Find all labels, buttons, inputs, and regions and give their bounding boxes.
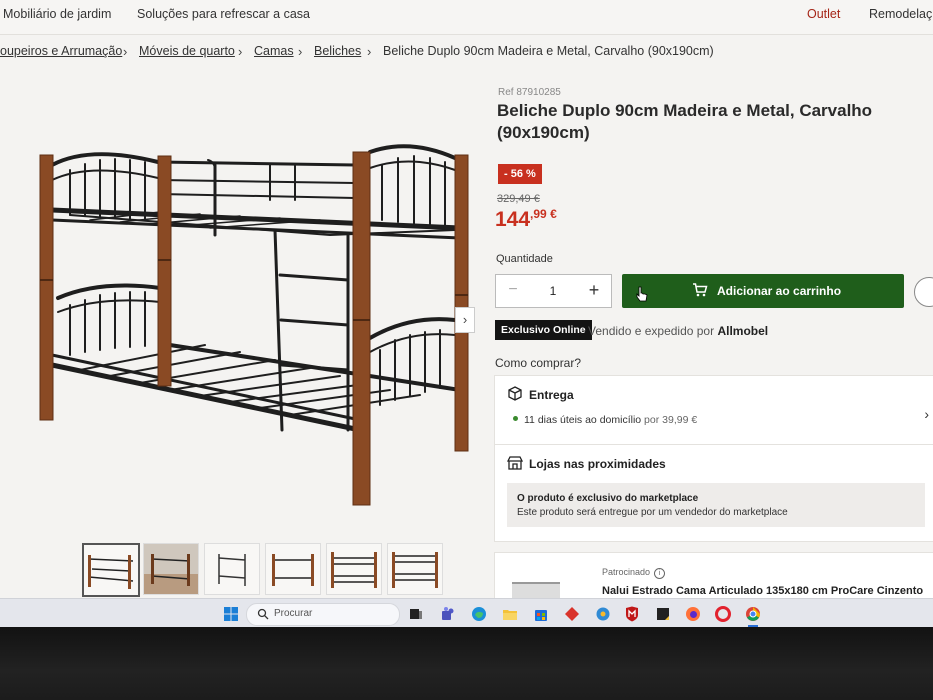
delivery-title: Entrega — [529, 388, 574, 402]
windows-start-icon[interactable] — [223, 606, 239, 622]
nav-item-cooling-solutions[interactable]: Soluções para refrescar a casa — [137, 7, 310, 21]
wishlist-button[interactable] — [914, 277, 933, 307]
browser-viewport: Mobiliário de jardim Soluções para refre… — [0, 0, 933, 627]
chevron-right-icon: › — [123, 44, 128, 59]
breadcrumb: oupeiros e Arrumação › Móveis de quarto … — [0, 44, 933, 62]
breadcrumb-bunk-beds[interactable]: Beliches — [314, 44, 361, 58]
marketplace-notice-text: Este produto será entregue por um vended… — [517, 507, 788, 518]
package-icon — [508, 386, 522, 401]
thumbnail-3[interactable] — [204, 543, 260, 595]
chevron-right-icon: › — [367, 44, 372, 59]
quantity-stepper: − 1 + — [495, 274, 612, 308]
thumbnail-5[interactable] — [326, 543, 382, 595]
product-image[interactable] — [30, 140, 480, 515]
mouse-cursor-icon — [636, 286, 648, 302]
breadcrumb-wardrobes[interactable]: oupeiros e Arrumação — [0, 44, 122, 58]
sponsored-label: Patrocinado i — [602, 567, 666, 579]
settings-app-icon[interactable] — [595, 606, 611, 622]
discount-badge: - 56 % — [498, 164, 542, 184]
sponsored-product-title[interactable]: Nalui Estrado Cama Articulado 135x180 cm… — [602, 585, 923, 597]
quantity-label: Quantidade — [496, 253, 553, 265]
monitor-bezel — [0, 627, 933, 700]
nav-item-outlet[interactable]: Outlet — [807, 7, 840, 21]
thumbnail-4[interactable] — [265, 543, 321, 595]
nav-item-remodel[interactable]: Remodelaç — [869, 7, 932, 21]
marketplace-notice-title: O produto é exclusivo do marketplace — [517, 493, 699, 504]
opera-icon[interactable] — [715, 606, 731, 622]
chevron-right-icon: › — [238, 44, 243, 59]
search-icon — [257, 608, 269, 620]
seller-name[interactable]: Allmobel — [717, 324, 768, 338]
current-price: 144,99 € — [495, 207, 557, 232]
available-dot — [513, 416, 518, 421]
how-to-buy-heading: Como comprar? — [495, 356, 582, 370]
breadcrumb-current: Beliche Duplo 90cm Madeira e Metal, Carv… — [383, 44, 714, 58]
product-title: Beliche Duplo 90cm Madeira e Metal, Carv… — [497, 101, 873, 142]
old-price: 329,49 € — [497, 193, 540, 205]
store-app-icon[interactable] — [533, 606, 549, 622]
quantity-increase-button[interactable]: + — [585, 280, 603, 300]
info-icon[interactable]: i — [654, 568, 666, 579]
sponsored-text: Patrocinado — [602, 567, 651, 577]
thumbnail-1[interactable] — [82, 543, 140, 597]
firefox-icon[interactable] — [685, 606, 701, 622]
cart-icon — [693, 283, 708, 297]
thumbnail-2[interactable] — [143, 543, 199, 595]
teams-icon[interactable] — [440, 606, 456, 622]
delivery-days: 11 dias úteis ao domicílio — [524, 414, 642, 426]
edge-icon[interactable] — [471, 606, 487, 622]
sold-by-prefix: Vendido e expedido por — [588, 324, 718, 338]
exclusive-online-badge: Exclusivo Online — [495, 320, 592, 340]
chevron-right-icon[interactable]: › — [924, 406, 929, 422]
add-to-cart-button[interactable]: Adicionar ao carrinho — [622, 274, 904, 308]
nearby-stores-title: Lojas nas proximidades — [529, 457, 666, 471]
task-view-icon[interactable] — [408, 606, 424, 622]
quantity-value[interactable]: 1 — [546, 284, 560, 298]
delivery-card[interactable]: Entrega 11 dias úteis ao domicílio por 3… — [494, 375, 933, 445]
image-next-button[interactable]: › — [455, 307, 475, 333]
breadcrumb-bedroom-furniture[interactable]: Móveis de quarto — [139, 44, 235, 58]
thumbnail-6[interactable] — [387, 543, 443, 595]
add-to-cart-label: Adicionar ao carrinho — [717, 284, 842, 298]
breadcrumb-beds[interactable]: Camas — [254, 44, 294, 58]
top-navigation: Mobiliário de jardim Soluções para refre… — [0, 0, 933, 35]
mcafee-icon[interactable] — [624, 606, 640, 622]
price-cents: ,99 € — [530, 207, 557, 221]
marketplace-notice: O produto é exclusivo do marketplace Est… — [507, 483, 925, 527]
sticky-notes-icon[interactable] — [655, 606, 671, 622]
nav-item-garden-furniture[interactable]: Mobiliário de jardim — [3, 7, 111, 21]
windows-taskbar: Procurar — [0, 598, 933, 627]
taskbar-search-placeholder: Procurar — [274, 608, 313, 619]
product-ref: Ref 87910285 — [498, 87, 561, 98]
price-main: 144 — [495, 208, 531, 231]
office-app-icon[interactable] — [564, 606, 580, 622]
chrome-icon[interactable] — [745, 606, 761, 622]
store-icon — [507, 456, 523, 470]
delivery-price: por 39,99 € — [641, 414, 698, 426]
taskbar-search[interactable]: Procurar — [246, 603, 400, 626]
sold-by-text: Vendido e expedido por Allmobel — [588, 324, 768, 338]
quantity-decrease-button[interactable]: − — [504, 281, 522, 299]
chevron-right-icon: › — [298, 44, 303, 59]
file-explorer-icon[interactable] — [502, 606, 518, 622]
delivery-option: 11 dias úteis ao domicílio por 39,99 € — [513, 414, 697, 426]
nearby-stores-card: Lojas nas proximidades O produto é exclu… — [494, 444, 933, 542]
